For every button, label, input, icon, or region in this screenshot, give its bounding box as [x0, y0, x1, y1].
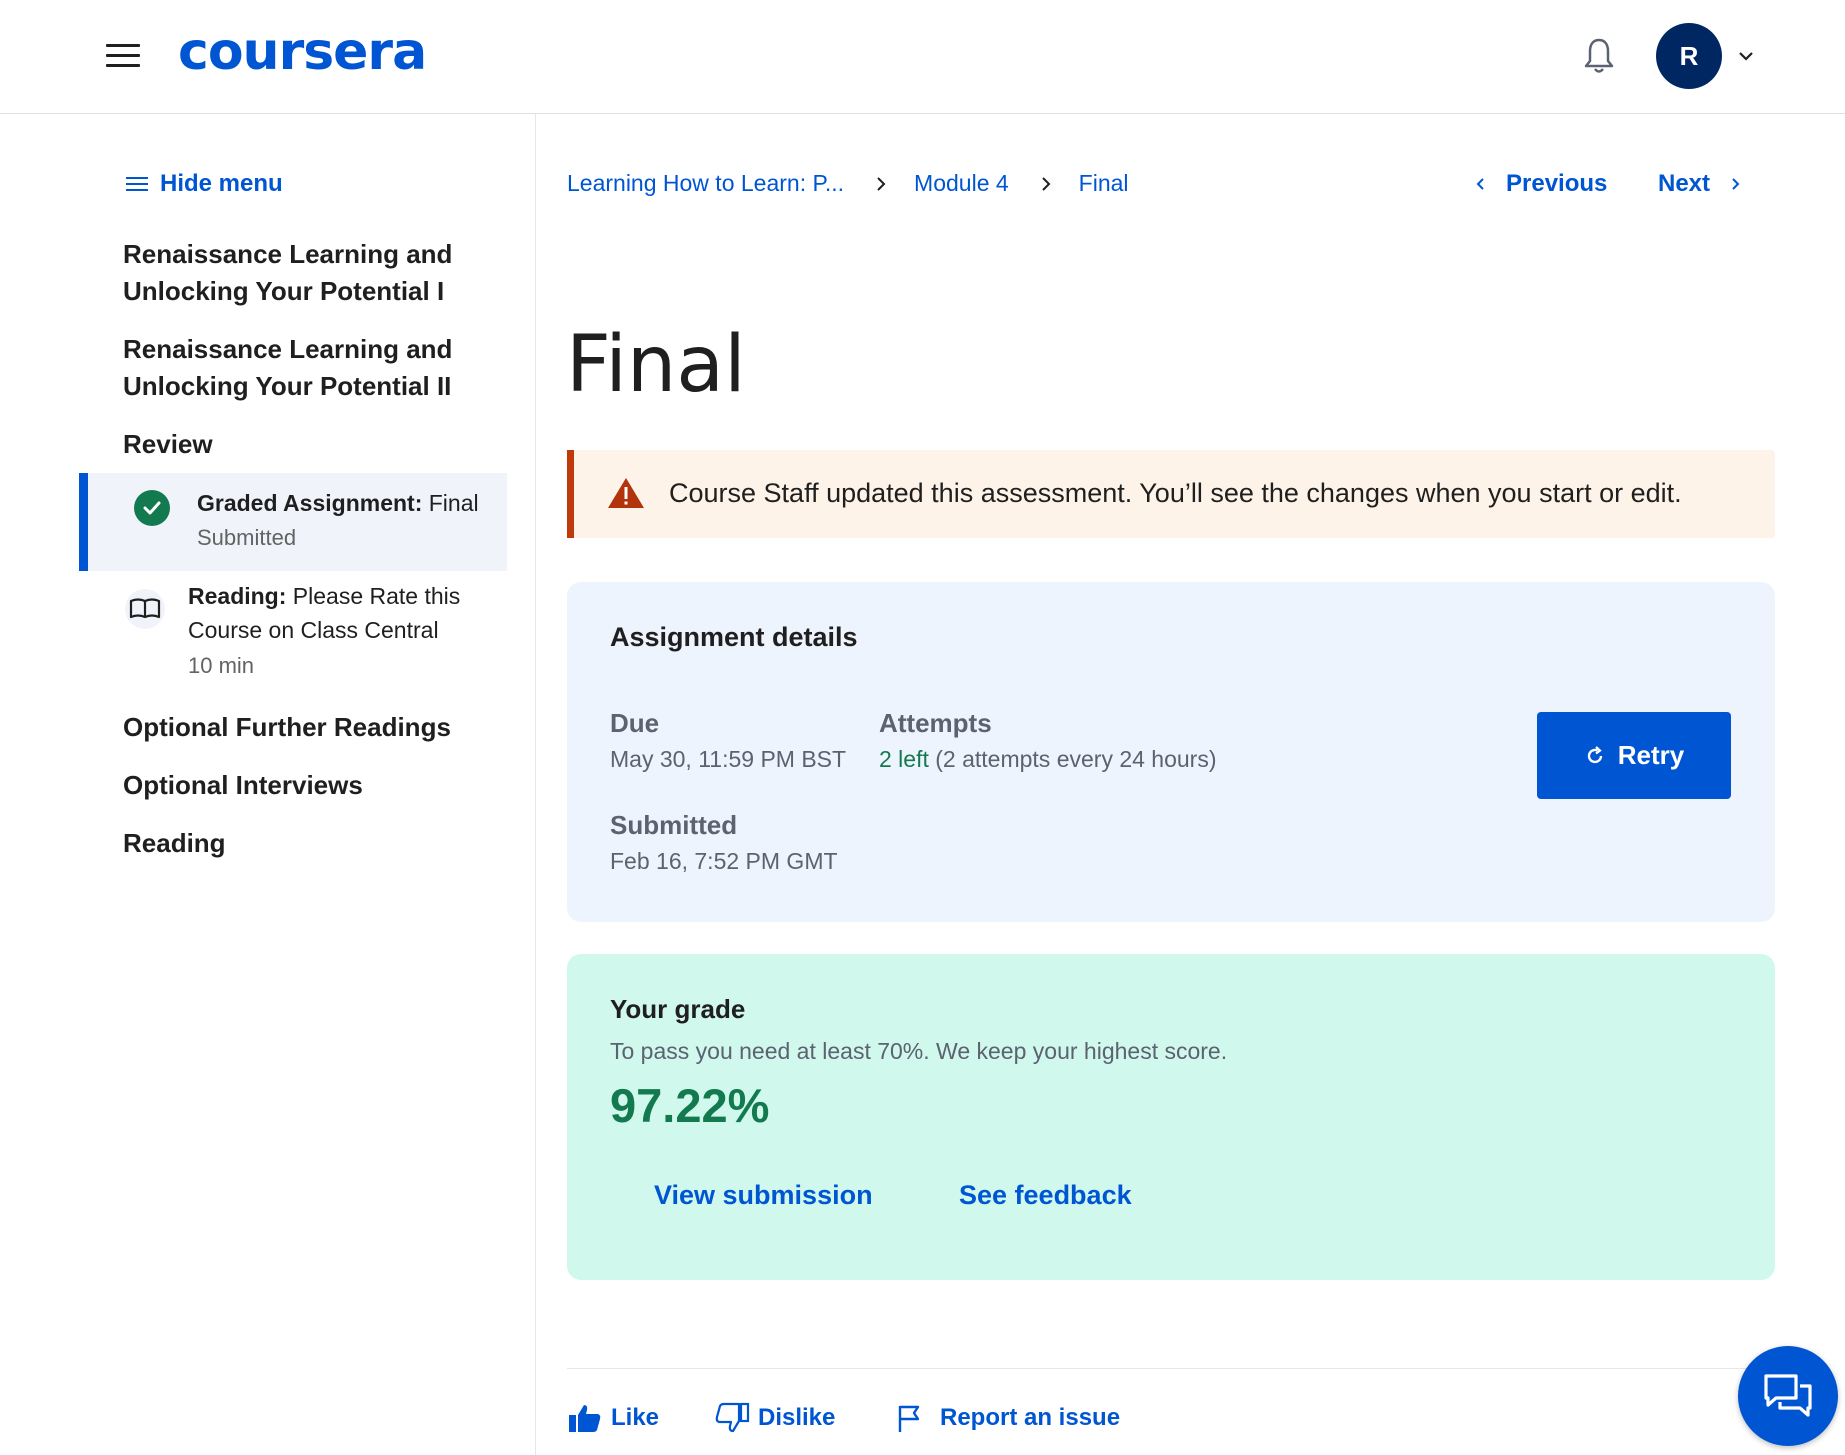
- item-status: Submitted: [197, 525, 297, 550]
- breadcrumb-course[interactable]: Learning How to Learn: P...: [567, 170, 844, 197]
- refresh-icon: [1587, 745, 1602, 763]
- see-feedback-link[interactable]: See feedback: [959, 1180, 1132, 1211]
- thumbs-up-icon: [569, 1405, 601, 1432]
- page-title: Final: [566, 320, 746, 410]
- grade-score: 97.22%: [610, 1079, 770, 1132]
- due-value: May 30, 11:59 PM BST: [610, 746, 847, 772]
- notification-bell-icon[interactable]: [1583, 36, 1615, 76]
- attempts-rule: (2 attempts every 24 hours): [935, 746, 1217, 772]
- retry-label: Retry: [1617, 740, 1685, 770]
- sidebar-section-renaissance-1[interactable]: Renaissance Learning and Unlocking Your …: [123, 236, 503, 310]
- top-nav-bar: coursera R: [0, 0, 1845, 114]
- sidebar-section-optional-further-readings[interactable]: Optional Further Readings: [123, 709, 503, 746]
- flag-icon: [898, 1405, 920, 1432]
- report-issue-label: Report an issue: [940, 1404, 1121, 1431]
- grade-heading: Your grade: [610, 994, 746, 1024]
- next-label: Next: [1658, 170, 1711, 197]
- item-duration: 10 min: [188, 653, 255, 678]
- breadcrumb: Learning How to Learn: P... Module 4 Fin…: [567, 170, 1129, 197]
- alert-message: Course Staff updated this assessment. Yo…: [669, 478, 1682, 508]
- chevron-right-icon: [1041, 176, 1051, 191]
- chat-button[interactable]: [1738, 1346, 1838, 1446]
- staff-update-alert: Course Staff updated this assessment. Yo…: [567, 450, 1775, 538]
- due-label: Due: [610, 708, 660, 738]
- sidebar-section-reading[interactable]: Reading: [123, 825, 503, 862]
- chevron-down-icon[interactable]: [1736, 46, 1756, 66]
- like-label: Like: [611, 1404, 660, 1431]
- coursera-logo[interactable]: coursera: [178, 22, 427, 82]
- hide-menu-label: Hide menu: [160, 170, 283, 197]
- report-issue-button[interactable]: Report an issue: [894, 1402, 1120, 1434]
- sidebar-section-renaissance-2[interactable]: Renaissance Learning and Unlocking Your …: [123, 331, 523, 405]
- item-type-label: Reading:: [188, 583, 287, 609]
- chevron-left-icon: [1476, 178, 1484, 190]
- attempts-label: Attempts: [879, 708, 992, 738]
- course-sidebar: Hide menu Renaissance Learning and Unloc…: [0, 114, 536, 1455]
- grade-card: Your grade To pass you need at least 70%…: [567, 954, 1775, 1280]
- attempts-left: 2 left: [879, 746, 929, 772]
- attempts-value: 2 left (2 attempts every 24 hours): [879, 746, 1217, 773]
- like-button[interactable]: Like: [567, 1402, 659, 1434]
- previous-label: Previous: [1506, 170, 1608, 197]
- menu-lines-icon: [126, 173, 148, 195]
- user-avatar[interactable]: R: [1656, 23, 1722, 89]
- sidebar-item-reading-rate-course[interactable]: Reading: Please Rate this Course on Clas…: [79, 579, 507, 699]
- breadcrumb-module[interactable]: Module 4: [914, 170, 1009, 197]
- assignment-details-card: Assignment details Due May 30, 11:59 PM …: [567, 582, 1775, 922]
- retry-button[interactable]: Retry: [1537, 712, 1731, 799]
- dislike-label: Dislike: [758, 1404, 836, 1431]
- check-circle-icon: [134, 490, 170, 526]
- chevron-right-icon: [1732, 178, 1740, 190]
- chevron-right-icon: [877, 176, 886, 191]
- submitted-value: Feb 16, 7:52 PM GMT: [610, 848, 838, 874]
- divider: [567, 1368, 1775, 1369]
- submitted-label: Submitted: [610, 810, 738, 840]
- breadcrumb-final[interactable]: Final: [1079, 170, 1129, 197]
- previous-button[interactable]: Previous: [1474, 170, 1607, 198]
- sidebar-section-review[interactable]: Review: [123, 426, 503, 463]
- item-title: Final: [428, 490, 479, 516]
- view-submission-link[interactable]: View submission: [654, 1180, 873, 1211]
- hamburger-menu-icon[interactable]: [106, 44, 140, 70]
- assignment-details-heading: Assignment details: [610, 622, 858, 652]
- main-content: Learning How to Learn: P... Module 4 Fin…: [536, 114, 1845, 1455]
- thumbs-down-icon: [715, 1402, 750, 1433]
- chat-bubbles-icon: [1764, 1374, 1812, 1417]
- warning-icon: [608, 478, 644, 508]
- grade-subtitle: To pass you need at least 70%. We keep y…: [610, 1038, 1228, 1064]
- dislike-button[interactable]: Dislike: [714, 1402, 835, 1434]
- next-button[interactable]: Next: [1658, 170, 1742, 198]
- sidebar-item-final[interactable]: Graded Assignment: Final Submitted: [79, 473, 507, 571]
- hide-menu-button[interactable]: Hide menu: [126, 170, 283, 198]
- item-type-label: Graded Assignment:: [197, 490, 423, 516]
- book-icon: [125, 589, 165, 629]
- sidebar-section-optional-interviews[interactable]: Optional Interviews: [123, 767, 503, 804]
